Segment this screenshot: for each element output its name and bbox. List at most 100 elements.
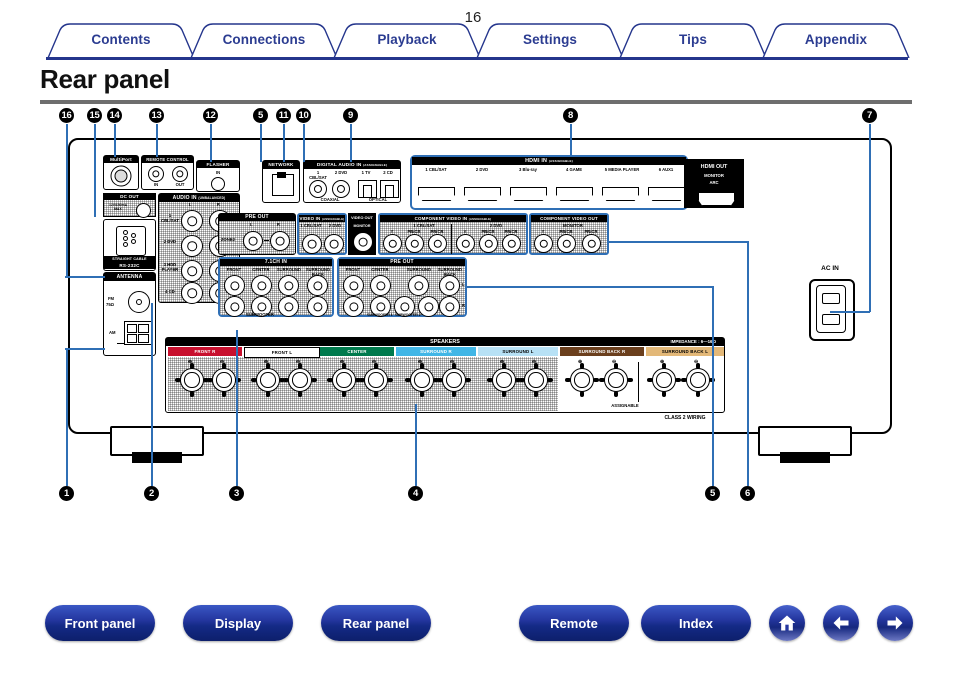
chassis-foot-right-inner xyxy=(780,452,830,463)
multiport-title: MultiPort xyxy=(104,156,138,163)
ch7-in-subwoofer-label: SUBWOOFER xyxy=(246,312,274,317)
ch7-in-title: 7.1CH IN xyxy=(220,259,332,266)
tab-contents[interactable]: Contents xyxy=(46,22,196,58)
speaker-minus-surround-back-r: ⊖ xyxy=(612,359,617,365)
leader-1 xyxy=(65,348,68,486)
component-video-in-assignable: (ASSIGNABLE) xyxy=(468,217,492,221)
callout-15: 15 xyxy=(87,108,102,123)
footer-button-label: Rear panel xyxy=(342,615,410,631)
dc-out-spec: 12V/150mA MAX xyxy=(108,203,128,211)
speaker-band-surround-back-r: SURROUND BACK R xyxy=(560,347,644,356)
callout-6: 6 xyxy=(740,486,755,501)
ch7-in-surround-label: SURROUND xyxy=(276,267,302,272)
component-video-in-block: COMPONENT VIDEO IN (ASSIGNABLE) 1 CBL/SA… xyxy=(378,213,528,255)
leader-10 xyxy=(302,124,305,162)
digital-audio-in-title-text: DIGITAL AUDIO IN xyxy=(316,163,362,168)
tab-settings[interactable]: Settings xyxy=(475,22,625,58)
audio-in-row-4-l xyxy=(181,282,203,304)
hdmi-in-title: HDMI IN (ASSIGNABLE) xyxy=(412,157,686,165)
page-number: 16 xyxy=(464,9,482,26)
back-arrow-icon[interactable] xyxy=(823,605,859,641)
leader-16 xyxy=(65,124,68,276)
display-button[interactable]: Display xyxy=(183,605,293,641)
speaker-minus-front-l: ⊖ xyxy=(296,359,301,365)
multiport-block: MultiPort xyxy=(103,155,139,190)
cvo-pb-jack xyxy=(557,234,576,253)
title-divider xyxy=(40,100,912,104)
tab-playback[interactable]: Playback xyxy=(332,22,482,58)
hdmi-in-block: HDMI IN (ASSIGNABLE) 1 CBL/SAT 2 DVD 3 B… xyxy=(410,155,688,210)
rear-panel-button[interactable]: Rear panel xyxy=(321,605,431,641)
hdmi-in-port-1-label: 1 CBL/SAT xyxy=(425,167,447,172)
tab-connections[interactable]: Connections xyxy=(189,22,339,58)
hdmi-out-title: HDMI OUT xyxy=(700,164,728,170)
preout-zone2-l-header: L xyxy=(250,222,253,227)
hdmi-in-port-1 xyxy=(418,187,455,201)
leader-5-bottom xyxy=(711,286,714,486)
video-out-block: VIDEO OUT MONITOR xyxy=(348,213,376,255)
callout-8: 8 xyxy=(563,108,578,123)
callout-12: 12 xyxy=(203,108,218,123)
remote-control-block: REMOTE CONTROL IN OUT xyxy=(141,155,194,190)
audio-in-title-text: AUDIO IN xyxy=(172,195,197,201)
tab-tips[interactable]: Tips xyxy=(618,22,768,58)
optical-1-label: 1 TV xyxy=(361,170,371,175)
rear-panel-diagram: MultiPort REMOTE CONTROL IN OUT FLASHER … xyxy=(0,108,954,508)
speakers-assignable-note: ASSIGNABLE xyxy=(611,403,639,408)
hdmi-in-port-4-label: 4 GAME xyxy=(565,167,583,172)
remote-control-in-label: IN xyxy=(153,182,159,187)
remote-control-in-jack xyxy=(148,166,164,182)
speaker-post-surround-l-plus xyxy=(487,363,521,397)
cvo-y-jack xyxy=(534,234,553,253)
preout-zone2-block: PRE OUT L R ZONE2 xyxy=(218,213,296,255)
speaker-post-surround-back-l-plus xyxy=(647,363,681,397)
callout-14: 14 xyxy=(107,108,122,123)
callout-11: 11 xyxy=(276,108,291,123)
leader-1-h xyxy=(65,348,105,351)
callout-5-bottom: 5 xyxy=(705,486,720,501)
video-out-jack xyxy=(353,232,373,252)
callout-9: 9 xyxy=(343,108,358,123)
speaker-plus-front-l: ⊕ xyxy=(264,359,269,365)
audio-in-l-header: L xyxy=(189,202,192,207)
audio-in-title: AUDIO IN (UNBALANCED) xyxy=(159,194,239,202)
digital-audio-in-assignable: (ASSIGNABLE) xyxy=(363,163,388,167)
antenna-title: ANTENNA xyxy=(104,273,155,281)
audio-in-row-2-label: 2 DVD xyxy=(163,239,177,244)
preout-zone2-label: ZONE2 xyxy=(221,237,235,242)
leader-6 xyxy=(746,241,749,486)
speaker-band-surround-l: SURROUND L xyxy=(478,347,558,356)
leader-5-bottom-h xyxy=(466,286,712,289)
forward-arrow-icon[interactable] xyxy=(877,605,913,641)
preout-main-center-label: CENTER xyxy=(371,267,389,272)
audio-in-row-3-label: 3 HDD PLAYER xyxy=(161,262,179,272)
component-video-out-title: COMPONENT VIDEO OUT xyxy=(531,215,607,222)
audio-in-unbalanced: (UNBALANCED) xyxy=(198,196,226,200)
leader-13 xyxy=(155,124,158,157)
speaker-band-center: CENTER xyxy=(320,347,394,356)
home-icon[interactable] xyxy=(769,605,805,641)
callout-2: 2 xyxy=(144,486,159,501)
ch7-in-center-jack xyxy=(251,275,272,296)
index-button[interactable]: Index xyxy=(641,605,751,641)
network-block: NETWORK xyxy=(262,160,300,203)
preout-main-surround-l xyxy=(408,275,429,296)
tab-bar-underline xyxy=(46,57,908,60)
speaker-band-surround-r: SURROUND R xyxy=(396,347,476,356)
remote-button[interactable]: Remote xyxy=(519,605,629,641)
hdmi-in-port-2 xyxy=(464,187,501,201)
preout-main-surround-label: SURROUND xyxy=(406,267,432,272)
speaker-minus-surround-back-l: ⊖ xyxy=(694,359,699,365)
tab-appendix[interactable]: Appendix xyxy=(761,22,911,58)
cvi-2-y-jack xyxy=(456,234,475,253)
speaker-post-front-r-plus xyxy=(175,363,209,397)
front-panel-button[interactable]: Front panel xyxy=(45,605,155,641)
hdmi-in-port-6 xyxy=(648,187,685,201)
speaker-plus-surround-back-r: ⊕ xyxy=(578,359,583,365)
preout-main-sub2-label: SUBWOOFER 2 xyxy=(395,313,421,317)
tab-label: Settings xyxy=(522,32,578,47)
flasher-sub-label: IN xyxy=(215,170,221,175)
speaker-minus-center: ⊖ xyxy=(372,359,377,365)
video-in-assignable: (ASSIGNABLE) xyxy=(321,217,345,221)
coax-1-jack xyxy=(309,180,327,198)
